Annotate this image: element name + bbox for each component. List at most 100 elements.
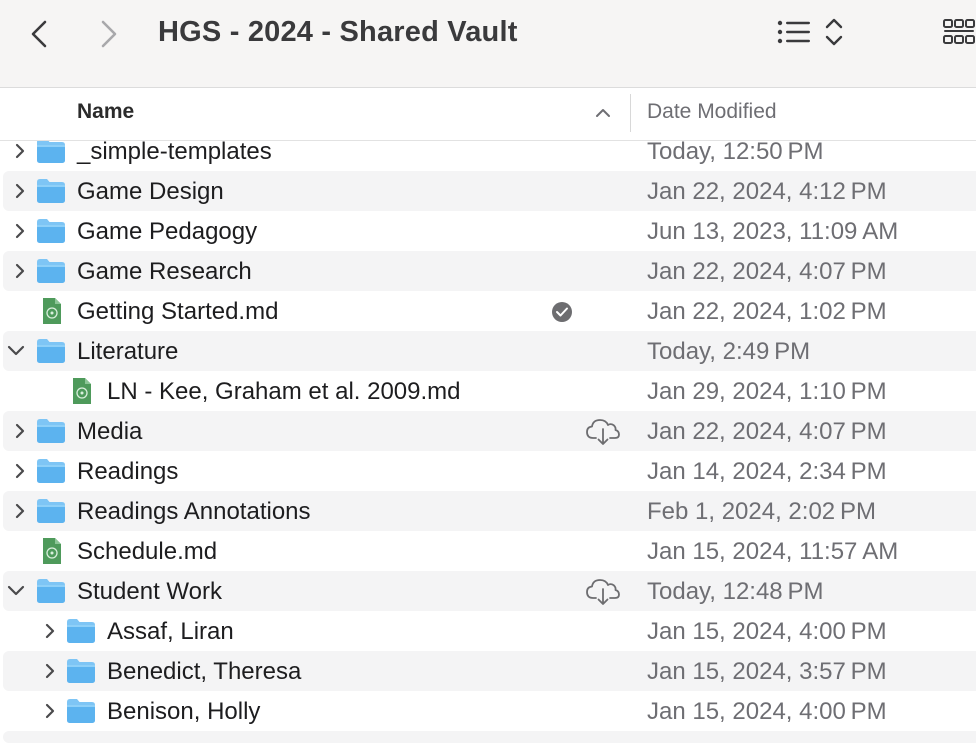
folder-icon (37, 139, 65, 163)
item-date: Jan 22, 2024, 4:07 PM (647, 418, 887, 445)
folder-icon (67, 699, 95, 723)
chevron-right-icon (45, 623, 55, 639)
cloud-download-icon[interactable] (585, 577, 621, 607)
chevron-right-icon (15, 183, 25, 199)
list-item[interactable]: Literature Today, 2:49 PM (3, 331, 976, 371)
item-name: Readings Annotations (77, 498, 311, 525)
disclosure-button[interactable] (11, 421, 29, 441)
markdown-file-icon (73, 378, 91, 404)
item-date: Jan 15, 2024, 4:00 PM (647, 698, 887, 725)
item-date: Today, 12:48 PM (647, 578, 824, 605)
list-item[interactable]: Benedict, Theresa Jan 15, 2024, 3:57 PM (3, 651, 976, 691)
item-name: Assaf, Liran (107, 618, 234, 645)
item-name: Schedule.md (77, 538, 218, 565)
item-date: Jan 15, 2024, 3:57 PM (647, 658, 887, 685)
chevron-right-icon (15, 143, 25, 159)
cloud-download-icon[interactable] (585, 417, 621, 447)
window-title: HGS - 2024 - Shared Vault (158, 16, 518, 48)
disclosure-button[interactable] (11, 261, 29, 281)
folder-icon (37, 219, 65, 243)
item-date: Today, 12:50 PM (647, 138, 824, 165)
chevron-right-icon (15, 463, 25, 479)
list-item[interactable]: Benison, Holly Jan 15, 2024, 4:00 PM (3, 691, 976, 731)
item-date: Jan 15, 2024, 11:57 AM (647, 538, 899, 565)
list-item[interactable]: Readings Jan 14, 2024, 2:34 PM (3, 451, 976, 491)
item-name: Benedict, Theresa (107, 658, 302, 685)
list-item[interactable]: Student Work Today, 12:48 PM (3, 571, 976, 611)
item-name: _simple-templates (77, 138, 272, 165)
toolbar: HGS - 2024 - Shared Vault (0, 0, 976, 88)
column-name-header[interactable]: Name (77, 100, 134, 124)
item-name: Game Pedagogy (77, 218, 258, 245)
disclosure-button[interactable] (11, 221, 29, 241)
list-item[interactable]: Getting Started.md Jan 22, 2024, 1:02 PM (3, 291, 976, 331)
disclosure-button[interactable] (11, 501, 29, 521)
grid-view-button[interactable] (942, 16, 976, 50)
disclosure-button[interactable] (11, 181, 29, 201)
list-item[interactable]: Schedule.md Jan 15, 2024, 11:57 AM (3, 531, 976, 571)
item-date: Today, 2:49 PM (647, 338, 811, 365)
grid-view-icon (943, 19, 975, 44)
downloaded-status-icon (552, 302, 572, 322)
list-item (3, 731, 976, 743)
folder-icon (37, 259, 65, 283)
column-divider[interactable] (630, 94, 631, 132)
folder-icon (37, 419, 65, 443)
folder-icon (37, 499, 65, 523)
disclosure-button[interactable] (41, 701, 59, 721)
disclosure-button[interactable] (11, 141, 29, 161)
folder-icon (37, 339, 65, 363)
chevron-right-icon (15, 503, 25, 519)
item-date: Jan 22, 2024, 4:12 PM (647, 178, 887, 205)
item-name: Benison, Holly (107, 698, 261, 725)
disclosure-button[interactable] (41, 621, 59, 641)
back-button[interactable] (24, 18, 54, 50)
folder-icon (37, 579, 65, 603)
item-name: Game Design (77, 178, 224, 205)
item-date: Feb 1, 2024, 2:02 PM (647, 498, 876, 525)
disclosure-button[interactable] (7, 341, 25, 361)
item-name: Student Work (77, 578, 222, 605)
list-item[interactable]: Media Jan 22, 2024, 4:07 PM (3, 411, 976, 451)
chevron-left-icon (31, 20, 47, 48)
list-item[interactable]: LN - Kee, Graham et al. 2009.md Jan 29, … (3, 371, 976, 411)
item-date: Jun 13, 2023, 11:09 AM (647, 218, 899, 245)
chevron-right-icon (45, 703, 55, 719)
item-date: Jan 29, 2024, 1:10 PM (647, 378, 887, 405)
disclosure-button[interactable] (41, 661, 59, 681)
chevron-right-icon (15, 423, 25, 439)
sort-ascending-icon (596, 109, 610, 117)
disclosure-button[interactable] (7, 581, 25, 601)
disclosure-button[interactable] (11, 461, 29, 481)
list-item[interactable]: Game Research Jan 22, 2024, 4:07 PM (3, 251, 976, 291)
item-date: Jan 22, 2024, 4:07 PM (647, 258, 887, 285)
folder-icon (67, 619, 95, 643)
chevron-right-icon (101, 20, 117, 48)
chevron-right-icon (15, 223, 25, 239)
item-date: Jan 14, 2024, 2:34 PM (647, 458, 887, 485)
item-name: Getting Started.md (77, 298, 279, 325)
item-name: Readings (77, 458, 179, 485)
column-header: Name Date Modified (0, 88, 976, 141)
view-options-button[interactable] (776, 16, 844, 48)
item-date: Jan 15, 2024, 4:00 PM (647, 618, 887, 645)
item-date: Jan 22, 2024, 1:02 PM (647, 298, 887, 325)
forward-button[interactable] (94, 18, 124, 50)
item-name: Literature (77, 338, 179, 365)
chevron-right-icon (15, 263, 25, 279)
sort-arrows-icon (825, 18, 843, 46)
markdown-file-icon (43, 538, 61, 564)
markdown-file-icon (43, 298, 61, 324)
column-date-header[interactable]: Date Modified (647, 100, 777, 124)
list-item[interactable]: Readings Annotations Feb 1, 2024, 2:02 P… (3, 491, 976, 531)
list-view-icon (777, 20, 810, 44)
list-item[interactable]: Game Pedagogy Jun 13, 2023, 11:09 AM (3, 211, 976, 251)
folder-icon (37, 179, 65, 203)
list-item[interactable]: Assaf, Liran Jan 15, 2024, 4:00 PM (3, 611, 976, 651)
item-name: LN - Kee, Graham et al. 2009.md (107, 378, 461, 405)
chevron-down-icon (7, 345, 25, 356)
folder-icon (37, 459, 65, 483)
item-name: Game Research (77, 258, 252, 285)
list-item[interactable]: Game Design Jan 22, 2024, 4:12 PM (3, 171, 976, 211)
chevron-right-icon (45, 663, 55, 679)
